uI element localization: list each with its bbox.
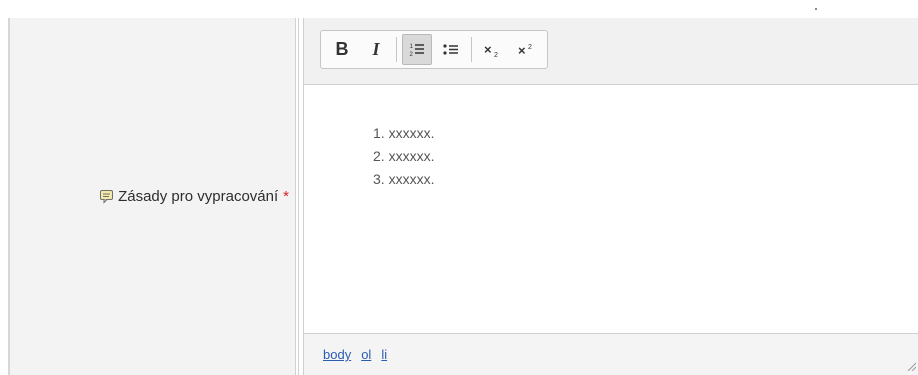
ordered-list-button[interactable]: 1 2 [402, 34, 432, 65]
rich-text-editor[interactable]: B I 1 2 × 2 × 2 1. xxxxxx. 2. xxxxxx. 3.… [303, 18, 918, 375]
field-label: Zásady pro vypracování * [99, 188, 289, 205]
toolbar-separator [396, 37, 397, 62]
superscript-button[interactable]: × 2 [511, 34, 541, 65]
editor-toolbar: B I 1 2 × 2 × 2 [304, 18, 918, 85]
unordered-list-icon [443, 43, 458, 55]
field-label-cell: Zásady pro vypracování * [10, 18, 295, 375]
required-mark: * [283, 188, 289, 205]
subscript-button[interactable]: × 2 [477, 34, 507, 65]
list-item[interactable]: 2. xxxxxx. [373, 145, 434, 168]
svg-text:2: 2 [494, 52, 498, 58]
stray-dot [815, 8, 817, 10]
list-item[interactable]: 1. xxxxxx. [373, 122, 434, 145]
unordered-list-button[interactable] [436, 34, 466, 65]
toolbar-separator [471, 37, 472, 62]
comment-icon[interactable] [99, 189, 114, 204]
superscript-icon: × 2 [518, 43, 532, 58]
top-strip [0, 0, 918, 18]
editor-content[interactable]: 1. xxxxxx. 2. xxxxxx. 3. xxxxxx. [304, 85, 918, 333]
column-separator [295, 18, 299, 375]
svg-text:2: 2 [528, 44, 532, 51]
svg-text:×: × [518, 43, 526, 58]
resize-handle-icon[interactable] [906, 361, 916, 371]
ordered-list: 1. xxxxxx. 2. xxxxxx. 3. xxxxxx. [373, 122, 434, 191]
ordered-list-icon: 1 2 [410, 44, 424, 58]
editor-statusbar: body ol li [304, 333, 918, 375]
field-label-text: Zásady pro vypracování [118, 188, 279, 205]
subscript-icon: × 2 [484, 42, 498, 58]
svg-text:1: 1 [410, 44, 414, 50]
svg-text:2: 2 [410, 52, 414, 58]
path-link-ol[interactable]: ol [361, 347, 371, 362]
italic-icon: I [372, 39, 380, 59]
path-link-li[interactable]: li [381, 347, 387, 362]
toolbar-group: B I 1 2 × 2 × 2 [320, 30, 548, 69]
path-link-body[interactable]: body [323, 347, 351, 362]
italic-button[interactable]: I [361, 34, 391, 65]
bold-icon: B [335, 39, 349, 59]
bold-button[interactable]: B [327, 34, 357, 65]
list-item[interactable]: 3. xxxxxx. [373, 168, 434, 191]
svg-text:×: × [484, 42, 492, 57]
